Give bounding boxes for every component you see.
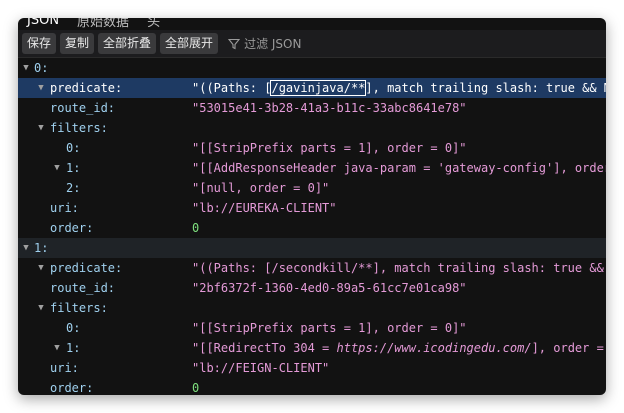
filter-value: "[[AddResponseHeader java-param = 'gatew…	[192, 161, 606, 175]
tab-json[interactable]: JSON	[18, 18, 68, 28]
predicate-value: "((Paths: [/gavinjava/**], match trailin…	[192, 80, 606, 96]
tree-row-filter-item[interactable]: ▼ 1: "[[RedirectTo 304 = https://www.ico…	[18, 338, 606, 358]
route-id-key: route_id:	[50, 101, 116, 115]
tree-row-order[interactable]: order: 0	[18, 218, 606, 238]
filter-value: "[[StripPrefix parts = 1], order = 0]"	[192, 141, 467, 155]
tree-row-filter-item[interactable]: 0: "[[StripPrefix parts = 1], order = 0]…	[18, 318, 606, 338]
tree-row-route-id[interactable]: route_id: "2bf6372f-1360-4ed0-89a5-61cc7…	[18, 278, 606, 298]
collapse-toggle-icon[interactable]: ▼	[36, 78, 46, 98]
collapse-toggle-icon[interactable]: ▼	[36, 118, 46, 138]
filter-placeholder: 过滤 JSON	[244, 37, 302, 51]
predicate-value: "((Paths: [/secondkill/**], match traili…	[192, 261, 606, 275]
tree-row-filter-item[interactable]: 0: "[[StripPrefix parts = 1], order = 0]…	[18, 138, 606, 158]
tree-row-filters[interactable]: ▼ filters:	[18, 118, 606, 138]
tree-row-index-0[interactable]: ▼ 0:	[18, 58, 606, 78]
tree-row-route-id[interactable]: route_id: "53015e41-3b28-41a3-b11c-33abc…	[18, 98, 606, 118]
collapse-toggle-icon[interactable]: ▼	[21, 238, 31, 258]
tree-row-order[interactable]: order: 0	[18, 378, 606, 395]
expand-all-button[interactable]: 全部展开	[160, 33, 219, 54]
predicate-key: predicate:	[50, 81, 123, 95]
filter-index: 1:	[66, 341, 81, 355]
collapse-toggle-icon[interactable]: ▼	[52, 158, 62, 178]
uri-key: uri:	[50, 201, 79, 215]
predicate-key: predicate:	[50, 261, 123, 275]
filter-index: 0:	[66, 321, 81, 335]
filter-json-input[interactable]: 过滤 JSON	[228, 35, 301, 52]
route-id-key: route_id:	[50, 281, 116, 295]
tree-row-predicate[interactable]: ▼ predicate: "((Paths: [/gavinjava/**], …	[18, 78, 606, 98]
tab-bar: JSON 原始数据 头	[18, 18, 606, 30]
tree-row-index-1[interactable]: ▼ 1:	[18, 238, 606, 258]
tree-row-predicate[interactable]: ▼ predicate: "((Paths: [/secondkill/**],…	[18, 258, 606, 278]
toolbar: 保存 复制 全部折叠 全部展开 过滤 JSON	[18, 30, 606, 58]
tree-row-uri[interactable]: uri: "lb://EUREKA-CLIENT"	[18, 198, 606, 218]
order-value: 0	[192, 381, 200, 395]
collapse-toggle-icon[interactable]: ▼	[36, 258, 46, 278]
json-viewer-window: JSON 原始数据 头 保存 复制 全部折叠 全部展开 过滤 JSON ▼ 0:…	[18, 18, 606, 395]
uri-value: "lb://FEIGN-CLIENT"	[192, 361, 330, 375]
json-tree: ▼ 0: ▼ predicate: "((Paths: [/gavinjava/…	[18, 58, 606, 395]
filter-icon	[228, 38, 241, 49]
filter-index: 2:	[66, 181, 81, 195]
filter-index: 1:	[66, 161, 81, 175]
route-id-value: "53015e41-3b28-41a3-b11c-33abc8641e78"	[192, 101, 467, 115]
filters-key: filters:	[50, 301, 108, 315]
collapse-toggle-icon[interactable]: ▼	[21, 58, 31, 78]
url-link[interactable]: https://www.icodingedu.com/	[337, 341, 532, 355]
tree-row-filter-item[interactable]: 2: "[null, order = 0]"	[18, 178, 606, 198]
index-key: 0:	[34, 61, 49, 75]
order-key: order:	[50, 221, 94, 235]
route-id-value: "2bf6372f-1360-4ed0-89a5-61cc7e01ca98"	[192, 281, 467, 295]
filters-key: filters:	[50, 121, 108, 135]
uri-key: uri:	[50, 361, 79, 375]
collapse-toggle-icon[interactable]: ▼	[52, 338, 62, 358]
order-key: order:	[50, 381, 94, 395]
copy-button[interactable]: 复制	[60, 33, 95, 54]
search-highlight: /gavinjava/**	[270, 80, 367, 96]
tab-headers[interactable]: 头	[138, 18, 169, 30]
index-key: 1:	[34, 241, 49, 255]
filter-value: "[[StripPrefix parts = 1], order = 0]"	[192, 321, 467, 335]
filter-index: 0:	[66, 141, 81, 155]
tree-row-uri[interactable]: uri: "lb://FEIGN-CLIENT"	[18, 358, 606, 378]
tree-row-filter-item[interactable]: ▼ 1: "[[AddResponseHeader java-param = '…	[18, 158, 606, 178]
uri-value: "lb://EUREKA-CLIENT"	[192, 201, 337, 215]
collapse-all-button[interactable]: 全部折叠	[98, 33, 157, 54]
save-button[interactable]: 保存	[22, 33, 57, 54]
filter-value: "[[RedirectTo 304 = https://www.icodinge…	[192, 341, 606, 355]
filter-value: "[null, order = 0]"	[192, 181, 330, 195]
tree-row-filters[interactable]: ▼ filters:	[18, 298, 606, 318]
tab-raw-data[interactable]: 原始数据	[68, 18, 138, 30]
collapse-toggle-icon[interactable]: ▼	[36, 298, 46, 318]
order-value: 0	[192, 221, 200, 235]
